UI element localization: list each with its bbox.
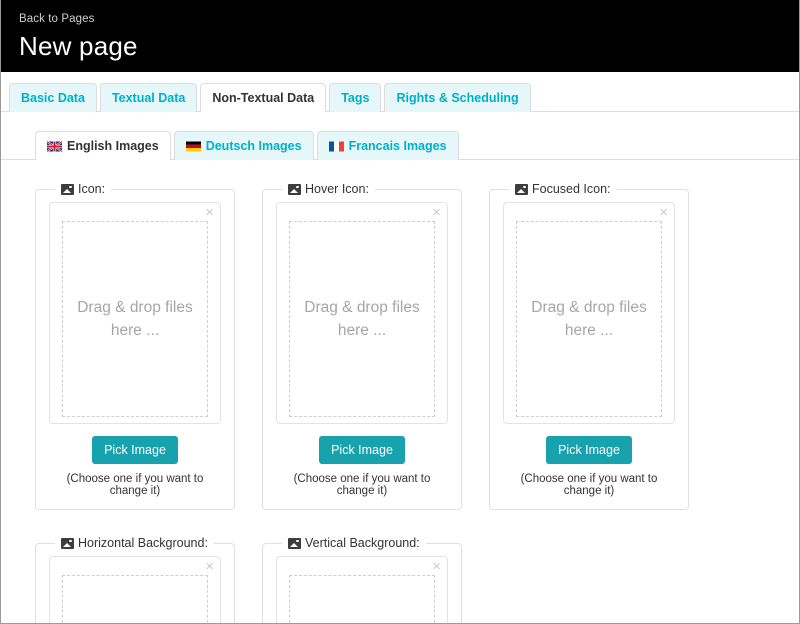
image-field-horizontal-background: Horizontal Background: × Drag & drop fil… bbox=[35, 536, 235, 623]
tab-basic-data[interactable]: Basic Data bbox=[9, 83, 97, 112]
image-fields-area: Icon: × Drag & drop files here ... Pick … bbox=[1, 160, 799, 623]
pick-image-hint: (Choose one if you want to change it) bbox=[66, 473, 204, 497]
image-field-focused-icon: Focused Icon: × Drag & drop files here .… bbox=[489, 182, 689, 510]
tab-label: English Images bbox=[67, 139, 159, 153]
tab-deutsch-images[interactable]: Deutsch Images bbox=[173, 131, 314, 160]
tab-label: Deutsch Images bbox=[205, 139, 302, 153]
dropzone[interactable]: × Drag & drop files here ... bbox=[49, 202, 221, 424]
tab-label: Rights & Scheduling bbox=[396, 91, 519, 105]
non-textual-data-panel: English Images Deutsch Images Francais I… bbox=[1, 112, 799, 623]
page-title: New page bbox=[19, 31, 138, 61]
image-icon bbox=[61, 183, 74, 195]
close-icon[interactable]: × bbox=[432, 205, 441, 220]
field-legend: Focused Icon: bbox=[509, 182, 617, 196]
image-icon bbox=[515, 183, 528, 195]
tab-label: Non-Textual Data bbox=[212, 91, 315, 105]
image-icon bbox=[288, 183, 301, 195]
dropzone-inner[interactable]: Drag & drop files here ... bbox=[289, 575, 435, 623]
dropzone[interactable]: × Drag & drop files here ... bbox=[503, 202, 675, 424]
tab-textual-data[interactable]: Textual Data bbox=[99, 83, 198, 112]
image-card-row-2: Horizontal Background: × Drag & drop fil… bbox=[35, 536, 765, 623]
dropzone[interactable]: × Drag & drop files here ... bbox=[49, 556, 221, 623]
field-legend: Vertical Background: bbox=[282, 536, 426, 550]
dropzone-inner[interactable]: Drag & drop files here ... bbox=[62, 221, 208, 417]
dropzone-inner[interactable]: Drag & drop files here ... bbox=[62, 575, 208, 623]
close-icon[interactable]: × bbox=[205, 205, 214, 220]
tab-francais-images[interactable]: Francais Images bbox=[316, 131, 459, 160]
tab-tags[interactable]: Tags bbox=[329, 83, 382, 112]
dropzone-text: Drag & drop files here ... bbox=[531, 299, 647, 339]
image-field-vertical-background: Vertical Background: × Drag & drop files… bbox=[262, 536, 462, 623]
image-card-row-1: Icon: × Drag & drop files here ... Pick … bbox=[35, 182, 765, 510]
dropzone[interactable]: × Drag & drop files here ... bbox=[276, 202, 448, 424]
image-icon bbox=[288, 537, 301, 549]
close-icon[interactable]: × bbox=[205, 559, 214, 574]
tab-non-textual-data[interactable]: Non-Textual Data bbox=[200, 83, 327, 113]
page-header: Back to Pages New page bbox=[1, 0, 799, 72]
image-field-hover-icon: Hover Icon: × Drag & drop files here ...… bbox=[262, 182, 462, 510]
tab-label: Tags bbox=[341, 91, 370, 105]
dropzone-text: Drag & drop files here ... bbox=[77, 299, 193, 339]
field-legend: Icon: bbox=[55, 182, 111, 196]
dropzone-inner[interactable]: Drag & drop files here ... bbox=[289, 221, 435, 417]
legend-label: Vertical Background: bbox=[305, 536, 420, 550]
image-icon bbox=[61, 537, 74, 549]
legend-label: Horizontal Background: bbox=[78, 536, 208, 550]
flag-germany-icon bbox=[185, 141, 201, 151]
pick-image-button[interactable]: Pick Image bbox=[92, 436, 178, 464]
tab-english-images[interactable]: English Images bbox=[35, 131, 171, 161]
tab-label: Francais Images bbox=[348, 139, 447, 153]
field-legend: Horizontal Background: bbox=[55, 536, 214, 550]
legend-label: Icon: bbox=[78, 182, 106, 196]
language-tab-bar: English Images Deutsch Images Francais I… bbox=[1, 130, 799, 161]
main-tab-bar: Basic Data Textual Data Non-Textual Data… bbox=[1, 72, 799, 113]
pick-image-button[interactable]: Pick Image bbox=[546, 436, 632, 464]
application-window: Back to Pages New page Basic Data Textua… bbox=[0, 0, 800, 624]
tab-label: Textual Data bbox=[111, 91, 186, 105]
close-icon[interactable]: × bbox=[659, 205, 668, 220]
dropzone[interactable]: × Drag & drop files here ... bbox=[276, 556, 448, 623]
pick-image-hint: (Choose one if you want to change it) bbox=[520, 473, 658, 497]
tab-label: Basic Data bbox=[21, 91, 85, 105]
dropzone-inner[interactable]: Drag & drop files here ... bbox=[516, 221, 662, 417]
field-legend: Hover Icon: bbox=[282, 182, 375, 196]
legend-label: Hover Icon: bbox=[305, 182, 369, 196]
close-icon[interactable]: × bbox=[432, 559, 441, 574]
breadcrumb-back-to-pages[interactable]: Back to Pages bbox=[19, 11, 94, 27]
tab-rights-scheduling[interactable]: Rights & Scheduling bbox=[384, 83, 531, 112]
image-field-icon: Icon: × Drag & drop files here ... Pick … bbox=[35, 182, 235, 510]
dropzone-text: Drag & drop files here ... bbox=[304, 299, 420, 339]
flag-uk-icon bbox=[47, 140, 62, 152]
flag-france-icon bbox=[328, 141, 344, 151]
legend-label: Focused Icon: bbox=[532, 182, 611, 196]
pick-image-hint: (Choose one if you want to change it) bbox=[293, 473, 431, 497]
pick-image-button[interactable]: Pick Image bbox=[319, 436, 405, 464]
